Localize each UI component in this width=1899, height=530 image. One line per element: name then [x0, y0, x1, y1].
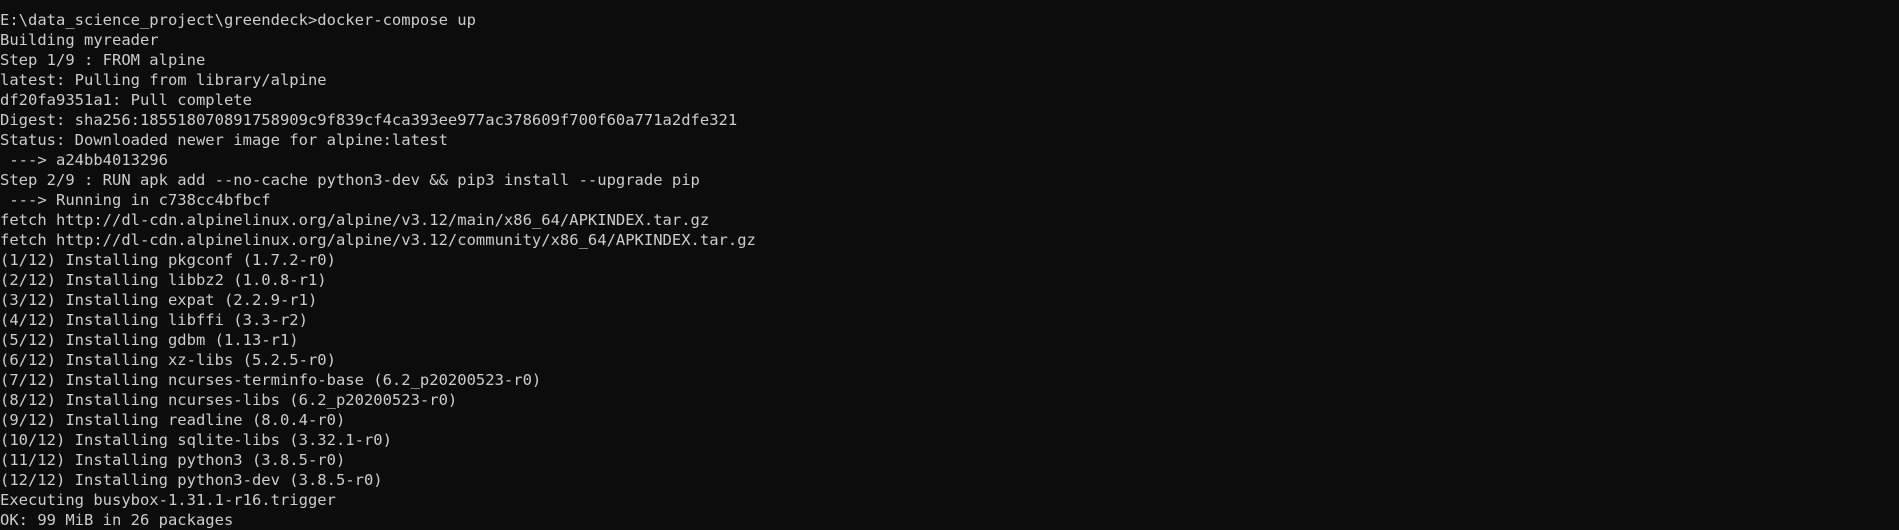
output-line: (8/12) Installing ncurses-libs (6.2_p202… [0, 391, 458, 409]
output-line: (4/12) Installing libffi (3.3-r2) [0, 311, 308, 329]
output-line: fetch http://dl-cdn.alpinelinux.org/alpi… [0, 211, 710, 229]
output-line: latest: Pulling from library/alpine [0, 71, 327, 89]
output-line: (7/12) Installing ncurses-terminfo-base … [0, 371, 542, 389]
output-line: Executing busybox-1.31.1-r16.trigger [0, 491, 336, 509]
output-line: fetch http://dl-cdn.alpinelinux.org/alpi… [0, 231, 756, 249]
prompt-command-line: E:\data_science_project\greendeck>docker… [0, 11, 476, 29]
output-line: ---> a24bb4013296 [0, 151, 168, 169]
output-line: (5/12) Installing gdbm (1.13-r1) [0, 331, 299, 349]
output-line: (3/12) Installing expat (2.2.9-r1) [0, 291, 318, 309]
output-line: Status: Downloaded newer image for alpin… [0, 131, 448, 149]
output-line: (10/12) Installing sqlite-libs (3.32.1-r… [0, 431, 392, 449]
output-line: (1/12) Installing pkgconf (1.7.2-r0) [0, 251, 336, 269]
output-line: Step 2/9 : RUN apk add --no-cache python… [0, 171, 700, 189]
output-line: (6/12) Installing xz-libs (5.2.5-r0) [0, 351, 336, 369]
output-line: Building myreader [0, 31, 159, 49]
output-line: (9/12) Installing readline (8.0.4-r0) [0, 411, 346, 429]
output-line: (11/12) Installing python3 (3.8.5-r0) [0, 451, 346, 469]
output-line: Step 1/9 : FROM alpine [0, 51, 206, 69]
output-line: Digest: sha256:185518070891758909c9f839c… [0, 111, 738, 129]
output-line: OK: 99 MiB in 26 packages [0, 511, 234, 529]
terminal-output[interactable]: E:\data_science_project\greendeck>docker… [0, 0, 1899, 530]
output-line: ---> Running in c738cc4bfbcf [0, 191, 271, 209]
output-line: df20fa9351a1: Pull complete [0, 91, 252, 109]
output-line: (12/12) Installing python3-dev (3.8.5-r0… [0, 471, 383, 489]
output-line: (2/12) Installing libbz2 (1.0.8-r1) [0, 271, 327, 289]
